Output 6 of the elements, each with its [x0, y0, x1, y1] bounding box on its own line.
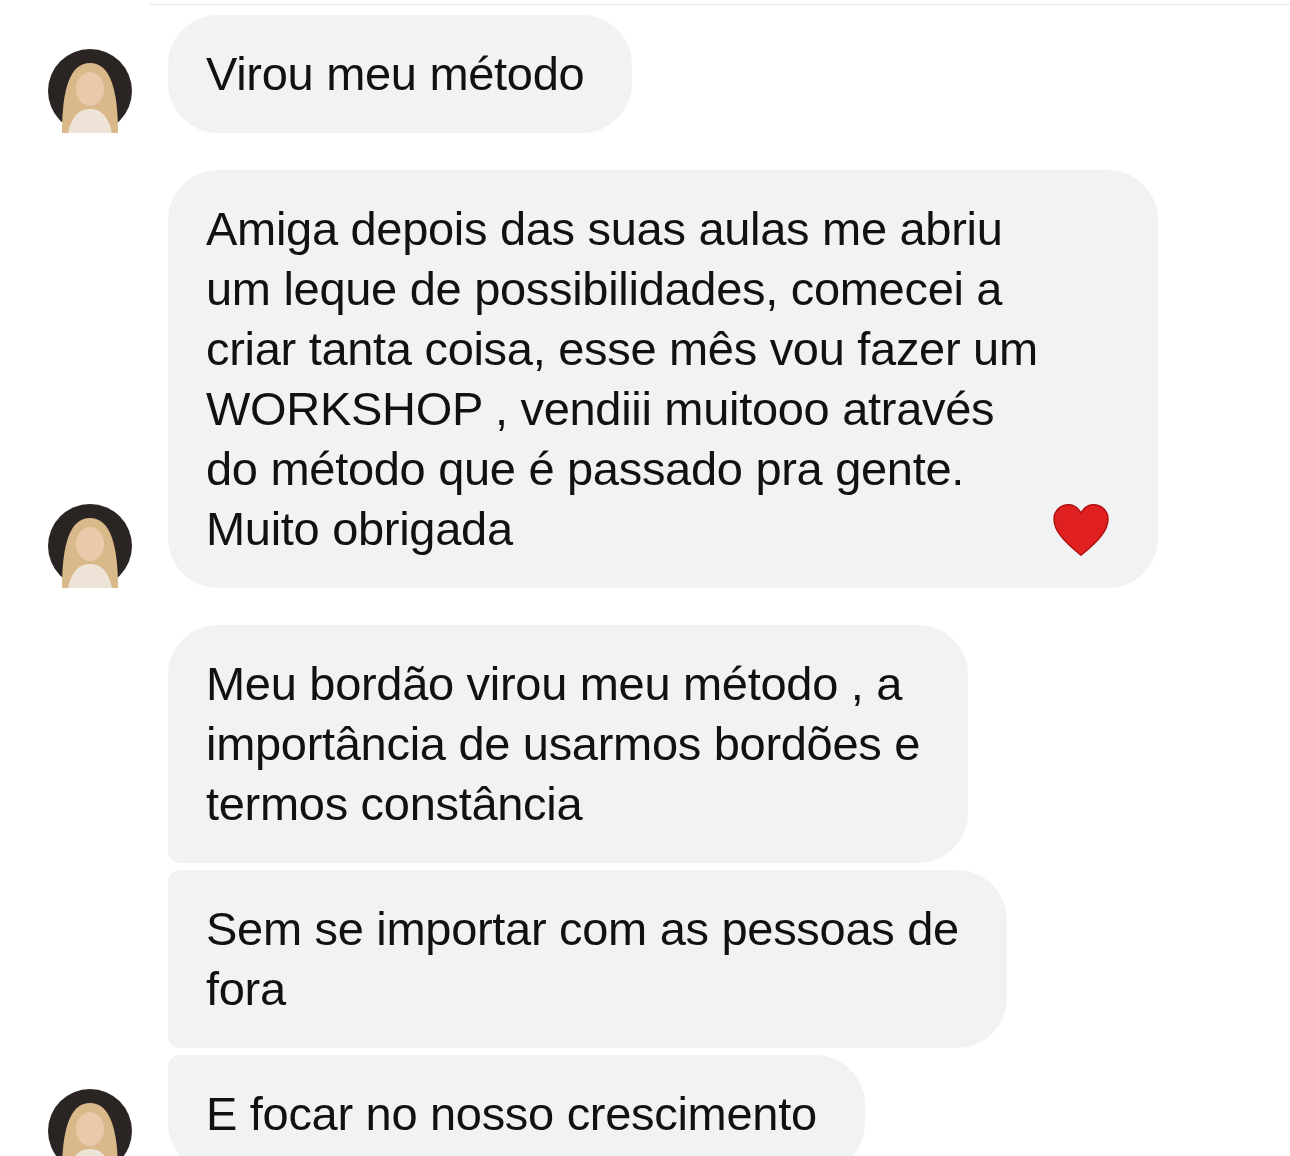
message-text: Sem se importar com as pessoas de fora: [206, 901, 959, 1017]
message-text: Virou meu método: [206, 46, 585, 102]
message-text: E focar no nosso crescimento: [206, 1086, 817, 1142]
message-text: Amiga depois das suas aulas me abriu um leque de possibilidades, comecei a criar tanta coisa, esse mês vou fazer um WORKSHOP , vendiii muitooo através do método que é passado pra gente. Muito obrigada: [206, 201, 1038, 557]
message-text: Meu bordão virou meu método , a importância de usarmos bordões e termos constância: [206, 656, 921, 832]
heart-icon: [1051, 503, 1110, 557]
